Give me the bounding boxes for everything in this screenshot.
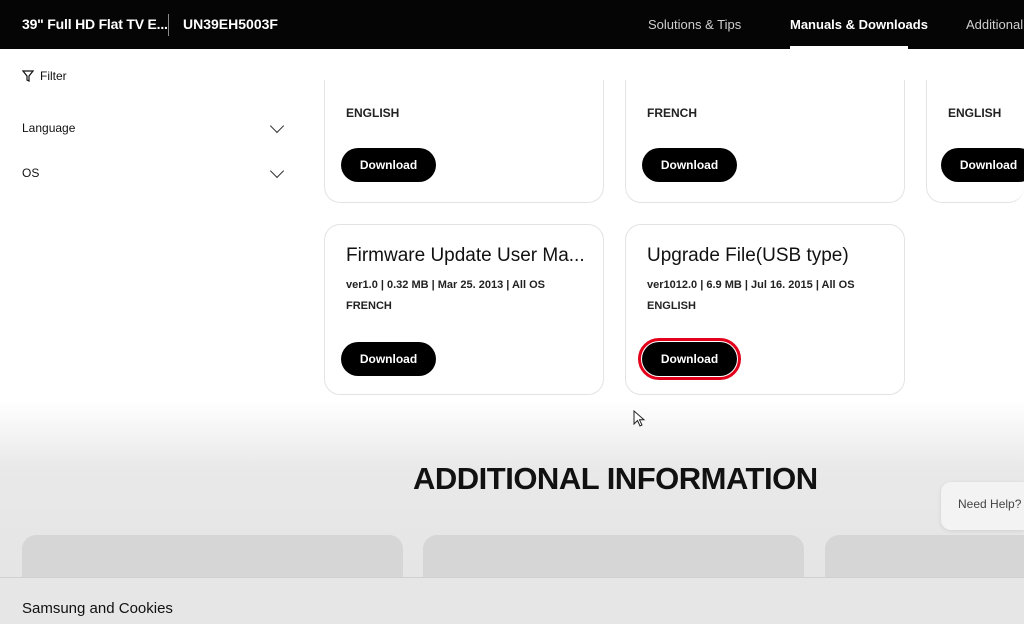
download-card-upgrade-file: Upgrade File(USB type) ver1012.0 | 6.9 M…	[625, 224, 905, 395]
card-language: ENGLISH	[346, 106, 400, 120]
facet-language[interactable]: Language	[22, 118, 286, 135]
card-title: Firmware Update User Ma...	[346, 245, 585, 266]
download-card: FRENCH Download	[625, 80, 905, 203]
download-button-highlighted[interactable]: Download	[638, 338, 741, 380]
download-card-firmware-manual: Firmware Update User Ma... ver1.0 | 0.32…	[324, 224, 604, 395]
section-title: ADDITIONAL INFORMATION	[413, 461, 818, 496]
download-button[interactable]: Download	[642, 148, 737, 182]
filter-label: Filter	[40, 69, 67, 83]
card-language: FRENCH	[647, 106, 697, 120]
need-help-button[interactable]: Need Help?	[941, 482, 1024, 530]
card-meta: ver1.0 | 0.32 MB | Mar 25. 2013 | All OS	[346, 279, 545, 291]
facet-os[interactable]: OS	[22, 163, 286, 180]
download-card: ENGLISH Download	[324, 80, 604, 203]
nav-additional[interactable]: Additional	[966, 17, 1023, 32]
download-card: ENGLISH Download	[926, 80, 1024, 203]
mouse-pointer-icon	[633, 410, 646, 427]
facet-language-label: Language	[22, 121, 76, 135]
filter-toggle[interactable]: Filter	[22, 69, 67, 83]
product-title[interactable]: 39" Full HD Flat TV E...	[22, 16, 168, 32]
nav-solutions-tips[interactable]: Solutions & Tips	[648, 17, 741, 32]
card-title: Upgrade File(USB type)	[647, 245, 849, 266]
header-divider	[168, 14, 169, 36]
card-language: FRENCH	[346, 300, 392, 312]
chevron-down-icon	[269, 118, 285, 134]
cookie-banner-title[interactable]: Samsung and Cookies	[22, 600, 173, 617]
need-help-label: Need Help?	[958, 497, 1022, 511]
filter-icon	[22, 70, 34, 82]
download-button[interactable]: Download	[341, 342, 436, 376]
cookie-banner: Samsung and Cookies	[0, 577, 1024, 624]
card-language: ENGLISH	[948, 106, 1002, 120]
download-button[interactable]: Download	[941, 148, 1024, 182]
model-number: UN39EH5003F	[183, 16, 278, 32]
active-tab-indicator	[790, 46, 908, 49]
nav-manuals-downloads[interactable]: Manuals & Downloads	[790, 17, 928, 32]
card-language: ENGLISH	[647, 300, 696, 312]
facet-os-label: OS	[22, 166, 40, 180]
card-meta: ver1012.0 | 6.9 MB | Jul 16. 2015 | All …	[647, 279, 855, 291]
chevron-down-icon	[269, 163, 285, 179]
top-header: 39" Full HD Flat TV E... UN39EH5003F Sol…	[0, 0, 1024, 49]
download-button[interactable]: Download	[341, 148, 436, 182]
